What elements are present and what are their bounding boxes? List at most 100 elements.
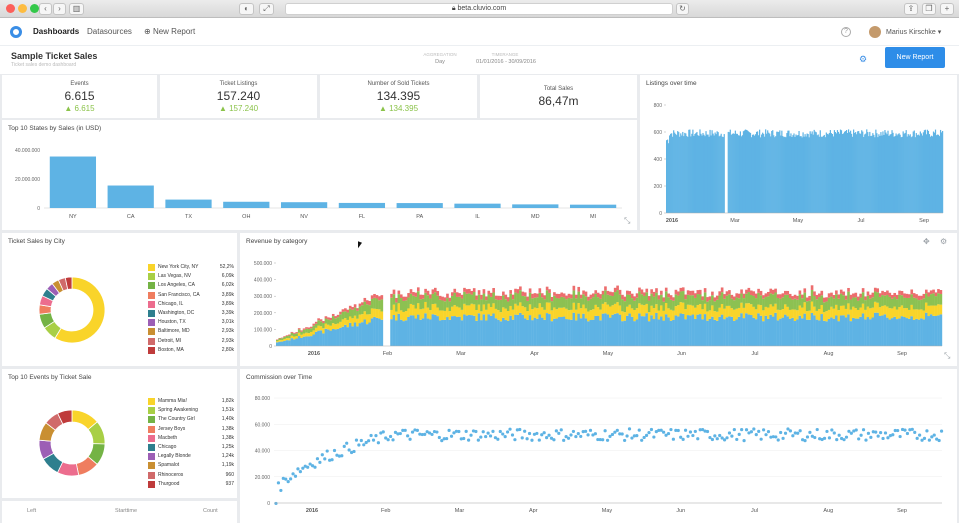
column-header[interactable]: Count <box>203 508 218 514</box>
legend-item[interactable]: Rhinoceros 960 <box>148 471 234 480</box>
close-window-button[interactable] <box>6 4 15 13</box>
dashboard-header: Sample Ticket Sales Ticket sales demo da… <box>0 46 959 74</box>
nav-dashboards[interactable]: Dashboards <box>33 27 79 36</box>
legend-item[interactable]: Detroit, MI 2,93k <box>148 337 234 346</box>
city-panel[interactable]: Ticket Sales by City New York City, NY 52… <box>2 233 237 366</box>
legend-item[interactable]: The Country Girl 1,40k <box>148 415 234 424</box>
legend-item[interactable]: Spring Awakening 1,51k <box>148 406 234 415</box>
data-point <box>722 438 727 442</box>
stack-segment <box>399 310 403 320</box>
stack-segment <box>776 320 780 346</box>
stack-segment <box>528 304 532 316</box>
stack-segment <box>861 288 865 293</box>
legend-item[interactable]: Boston, MA 2,80k <box>148 346 234 355</box>
avatar[interactable] <box>869 26 881 38</box>
kpi-events[interactable]: Events 6.615 ▲ 6.615 <box>2 75 157 118</box>
y-tick-label: 20.000 <box>255 475 271 481</box>
minimize-window-button[interactable] <box>18 4 27 13</box>
stack-segment <box>283 340 286 346</box>
events-panel[interactable]: Top 10 Events by Ticket Sale Mamma Mia! 1… <box>2 369 237 498</box>
stack-segment <box>822 302 826 313</box>
legend-item[interactable]: Thurgood 937 <box>148 480 234 489</box>
stack-segment <box>509 293 512 306</box>
reload-icon[interactable]: ↻ <box>676 3 689 15</box>
stack-segment <box>701 300 704 310</box>
legend-item[interactable]: Chicago 1,25k <box>148 443 234 452</box>
tabs-icon[interactable]: ❐ <box>922 3 936 15</box>
states-panel[interactable]: Top 10 States by Sales (in USD) 40.000.0… <box>2 120 637 230</box>
legend-item[interactable]: Washington, DC 3,39k <box>148 309 234 318</box>
kpi-sold-tickets[interactable]: Number of Sold Tickets 134.395 ▲ 134.395 <box>320 75 477 118</box>
nav-datasources[interactable]: Datasources <box>87 27 132 36</box>
x-tick-label: Apr <box>529 508 538 514</box>
resize-handle-icon[interactable]: ⤡ <box>944 351 950 361</box>
forward-icon[interactable]: › <box>53 3 66 15</box>
stack-segment <box>883 292 887 296</box>
kpi-total-sales[interactable]: Total Sales 86,47m <box>480 75 637 118</box>
sidebar-toggle-icon[interactable]: ▥ <box>69 3 84 15</box>
column-header[interactable]: Starttime <box>115 508 137 514</box>
stack-segment <box>511 309 515 320</box>
privacy-shield-icon[interactable]: ◐ <box>239 3 254 15</box>
legend-item[interactable]: San Francisco, CA 3,89k <box>148 291 234 300</box>
legend-item[interactable]: Jersey Boys 1,38k <box>148 425 234 434</box>
data-point <box>662 430 666 434</box>
legend-item[interactable]: Chicago, IL 3,89k <box>148 300 234 309</box>
legend-item[interactable]: Legally Blonde 1,24k <box>148 452 234 461</box>
legend-item[interactable]: New York City, NY 52,2% <box>148 263 234 272</box>
new-tab-icon[interactable]: + <box>940 3 954 15</box>
aggregation-select[interactable]: Day <box>418 59 462 65</box>
listings-panel[interactable]: Listings over time 800 600 400 200 0 2016 Mar M… <box>640 75 957 230</box>
legend-swatch <box>148 264 155 271</box>
stack-segment <box>414 292 418 297</box>
stack-segment <box>346 319 350 328</box>
stack-segment <box>327 329 330 346</box>
stack-segment <box>796 310 799 320</box>
legend-item[interactable]: Baltimore, MD 2,93k <box>148 327 234 336</box>
nav-new-report[interactable]: ⊕ New Report <box>144 27 195 36</box>
address-bar[interactable]: 🔒︎ beta.cluvio.com <box>285 3 673 15</box>
column-header[interactable]: Left <box>27 508 36 514</box>
gear-icon[interactable]: ⚙ <box>859 54 869 64</box>
commission-panel[interactable]: Commission over Time 80.000 60.000 40.000 2… <box>240 369 957 523</box>
stack-segment <box>662 301 666 311</box>
data-point <box>593 432 597 436</box>
revenue-panel[interactable]: Revenue by category ✥ ⚙ 500.000 400.000 30… <box>240 233 957 366</box>
stack-segment <box>737 298 741 308</box>
stack-segment <box>920 299 923 310</box>
back-icon[interactable]: ‹ <box>39 3 52 15</box>
data-point <box>525 437 529 441</box>
timerange-select[interactable]: 01/01/2016 - 30/09/2016 <box>466 59 546 65</box>
stack-segment <box>565 299 568 309</box>
cluvio-logo-icon[interactable] <box>10 26 22 38</box>
resize-handle-icon[interactable]: ⤡ <box>624 216 630 226</box>
stack-segment <box>618 294 622 306</box>
new-report-button[interactable]: New Report <box>885 47 945 68</box>
table-panel[interactable]: Left Starttime Count <box>2 501 237 523</box>
stack-segment <box>844 317 848 346</box>
share-icon[interactable]: ⇪ <box>904 3 918 15</box>
stack-segment <box>358 323 362 346</box>
legend-item[interactable]: Los Angeles, CA 6,02k <box>148 281 234 290</box>
stack-segment <box>455 316 459 346</box>
legend-item[interactable]: Houston, TX 3,01k <box>148 318 234 327</box>
legend-item[interactable]: Macbeth 1,38k <box>148 434 234 443</box>
zoom-window-button[interactable] <box>30 4 39 13</box>
stack-segment <box>300 330 303 332</box>
help-icon[interactable]: ? <box>841 27 851 37</box>
legend-item[interactable]: Spamalot 1,19k <box>148 461 234 470</box>
extension-icon[interactable]: ⤢ <box>259 3 274 15</box>
stack-segment <box>725 291 729 296</box>
stack-segment <box>752 295 756 307</box>
stack-segment <box>895 294 899 300</box>
stack-segment <box>397 313 401 346</box>
data-point <box>749 430 754 434</box>
legend-item[interactable]: Mamma Mia! 1,82k <box>148 397 234 406</box>
x-tick-label: Jul <box>751 351 758 357</box>
user-menu[interactable]: Marius Kirschke ▾ <box>886 28 941 36</box>
legend-item[interactable]: Las Vegas, NV 6,09k <box>148 272 234 281</box>
kpi-ticket-listings[interactable]: Ticket Listings 157.240 ▲ 157.240 <box>160 75 317 118</box>
stack-segment <box>407 308 410 317</box>
stack-segment <box>480 294 483 300</box>
data-point <box>296 467 300 471</box>
